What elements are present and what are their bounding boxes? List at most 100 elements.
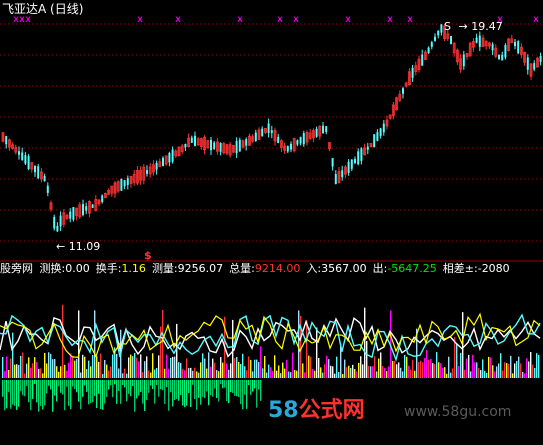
indicator-bar <box>444 367 446 378</box>
indicator-bar <box>130 354 132 378</box>
indicator-bar <box>32 363 34 378</box>
outflow-bar <box>24 380 26 397</box>
indicator-bar <box>366 341 368 378</box>
indicator-bar <box>56 366 58 378</box>
indicator-bar <box>30 367 32 378</box>
candle-down <box>517 41 520 54</box>
outflow-bar <box>168 380 170 411</box>
indicator-bar <box>252 371 254 378</box>
indicator-bar <box>154 369 156 378</box>
indicator-field: 测量:9256.07 <box>151 262 224 275</box>
indicator-bar <box>132 356 134 378</box>
indicator-bar <box>352 364 354 378</box>
indicator-bar <box>8 369 10 378</box>
indicator-bar <box>156 367 158 378</box>
candle-down <box>539 55 542 62</box>
outflow-bar <box>184 380 186 408</box>
outflow-bar <box>70 380 72 410</box>
outflow-bar <box>82 380 84 397</box>
outflow-bar <box>230 380 232 393</box>
outflow-bar <box>48 380 50 386</box>
candle-down <box>478 35 481 47</box>
outflow-bar <box>130 380 132 397</box>
indicator-bar <box>460 352 462 378</box>
candle-down <box>402 88 404 94</box>
outflow-bar <box>122 380 124 385</box>
indicator-bar <box>128 357 130 378</box>
outflow-bar <box>218 380 220 402</box>
candle-down <box>59 215 62 227</box>
candle-down <box>238 139 241 152</box>
indicator-bar <box>482 359 484 378</box>
indicator-bar <box>138 361 140 378</box>
indicator-bar <box>440 363 442 378</box>
indicator-bar <box>426 349 428 378</box>
indicator-bar <box>174 356 176 378</box>
indicator-bar <box>256 359 258 378</box>
indicator-bar <box>194 367 196 378</box>
indicator-bar <box>158 355 160 378</box>
indicator-bar <box>466 358 468 378</box>
indicator-bar <box>242 353 244 378</box>
indicator-bar <box>284 368 286 378</box>
indicator-bar <box>254 359 256 378</box>
indicator-bar <box>18 364 20 378</box>
indicator-bar <box>26 363 28 378</box>
outflow-bar <box>76 380 78 393</box>
indicator-bar <box>150 372 152 378</box>
indicator-field: 出:-5647.25 <box>372 262 437 275</box>
indicator-bar <box>98 361 100 378</box>
indicator-bar <box>168 368 170 378</box>
outflow-bar <box>254 380 256 389</box>
indicator-bar <box>500 353 502 378</box>
candle-down <box>245 139 248 146</box>
outflow-bar <box>176 380 178 399</box>
outflow-bar <box>158 380 160 397</box>
outflow-bar <box>110 380 112 386</box>
indicator-bar <box>374 356 376 378</box>
candle-down <box>376 132 379 141</box>
indicator-bar <box>140 354 142 378</box>
indicator-bar <box>386 371 388 378</box>
indicator-field: 总量:9214.00 <box>229 262 301 275</box>
candle-down <box>379 128 382 137</box>
indicator-bar <box>480 370 482 378</box>
outflow-bar <box>148 380 150 393</box>
indicator-bar <box>438 362 440 378</box>
indicator-bar <box>424 358 426 378</box>
indicator-bar <box>118 368 120 378</box>
stock-chart[interactable]: xxx x x x x x x x x x x S → 19.47 ← 11.09 $ <box>0 0 543 445</box>
outflow-bar <box>126 380 128 402</box>
indicator-bar <box>90 366 92 378</box>
candle-down <box>37 166 40 179</box>
indicator-bar <box>262 368 264 378</box>
candle-down <box>155 162 158 170</box>
candle-down <box>290 143 292 150</box>
candle-down <box>350 159 353 169</box>
outflow-bar <box>214 380 216 389</box>
indicator-bar <box>290 372 292 378</box>
outflow-bar <box>172 380 174 407</box>
indicator-bar <box>258 362 260 378</box>
indicator-bar <box>192 370 194 378</box>
outflow-bar <box>92 380 94 403</box>
indicator-bar <box>288 371 290 378</box>
indicator-bar <box>404 354 406 378</box>
candle-down <box>450 36 452 44</box>
outflow-bar <box>224 380 226 388</box>
outflow-bar <box>10 380 12 409</box>
outflow-bar <box>144 380 146 411</box>
outflow-bar <box>238 380 240 398</box>
outflow-bar <box>204 380 206 399</box>
candle-down <box>526 57 529 70</box>
indicator-bar <box>332 366 334 378</box>
candle-down <box>267 123 270 134</box>
indicator-bar <box>336 356 338 378</box>
indicator-bar <box>436 352 438 378</box>
indicator-bar <box>172 356 174 378</box>
indicator-bar <box>82 354 84 378</box>
outflow-bar <box>54 380 56 396</box>
indicator-bar <box>464 369 466 378</box>
indicator-field-value: 9256.07 <box>177 262 224 275</box>
signal-marker: x <box>293 14 299 25</box>
